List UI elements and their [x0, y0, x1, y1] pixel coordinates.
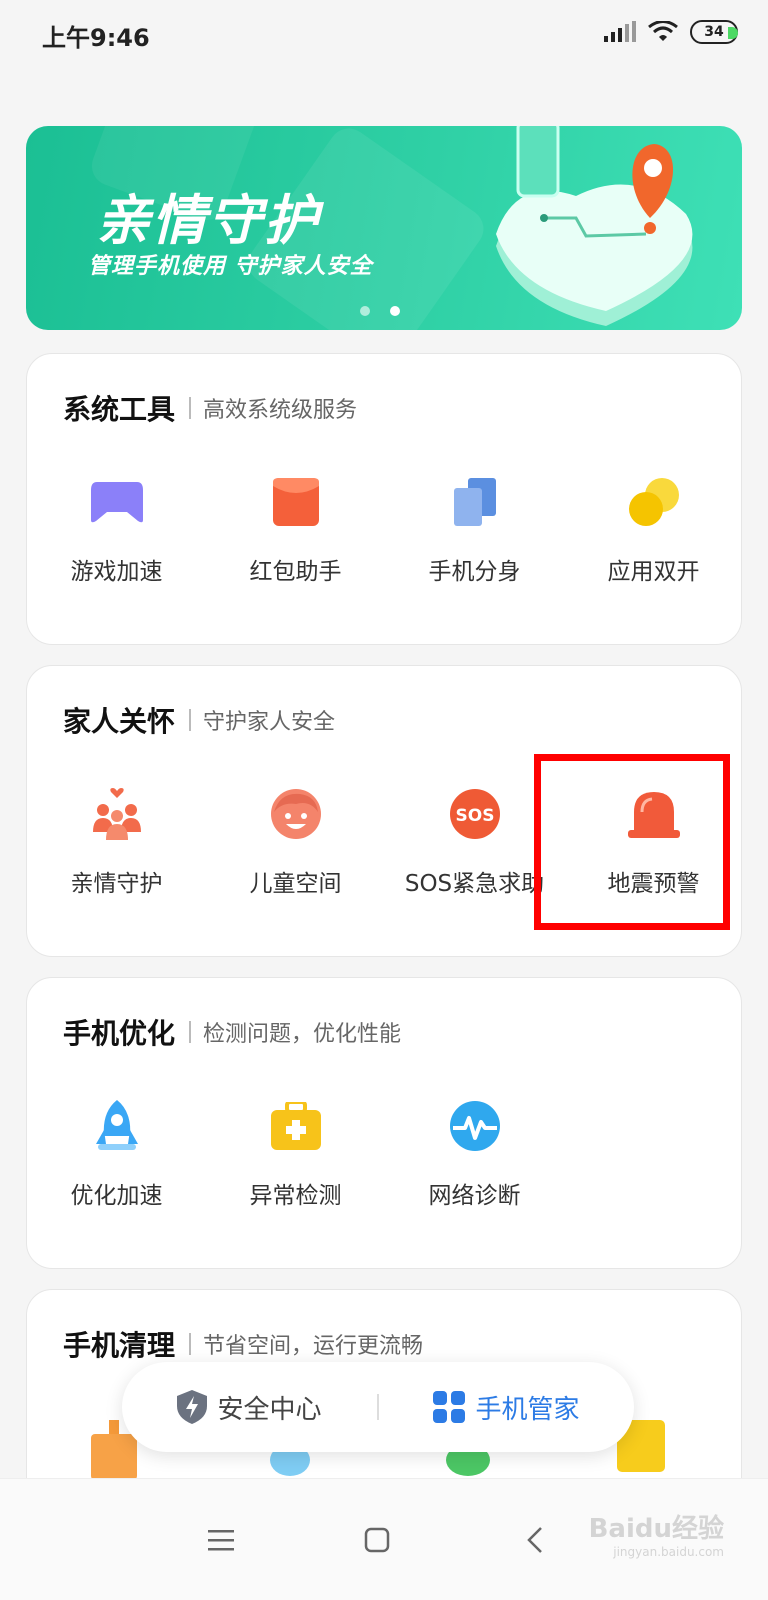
pagination-dot-active[interactable] — [390, 306, 400, 316]
watermark-brand: Baidu经验 — [588, 1514, 724, 1544]
tool-label: 游戏加速 — [70, 559, 163, 585]
section-header: 家人关怀 守护家人安全 — [63, 700, 335, 740]
banner-title: 亲情守护 — [96, 189, 320, 252]
tool-grid: 游戏加速 红包助手 手机分身 应用双开 — [27, 472, 743, 586]
tool-label: 手机分身 — [428, 559, 521, 585]
sos-icon: SOS — [445, 784, 505, 844]
tool-label: 异常检测 — [249, 1183, 342, 1209]
back-icon[interactable] — [512, 1517, 558, 1563]
section-header: 系统工具 高效系统级服务 — [63, 388, 357, 428]
section-desc: 高效系统级服务 — [203, 398, 358, 423]
tool-dual-apps[interactable]: 应用双开 — [564, 472, 743, 586]
tool-family-guard[interactable]: 亲情守护 — [27, 784, 206, 898]
tool-label: 网络诊断 — [428, 1183, 521, 1209]
child-face-icon — [266, 784, 326, 844]
tab-phone-manager[interactable]: 手机管家 — [379, 1389, 634, 1426]
tool-kids-space[interactable]: 儿童空间 — [206, 784, 385, 898]
section-title: 家人关怀 — [63, 705, 176, 738]
shield-bolt-icon — [177, 1390, 208, 1424]
section-title: 手机清理 — [63, 1329, 176, 1362]
section-system-tools: 系统工具 高效系统级服务 游戏加速 红包助手 手机分身 应用双开 — [26, 353, 742, 645]
section-desc: 节省空间，运行更流畅 — [203, 1334, 424, 1359]
grid-icon — [433, 1391, 466, 1423]
watermark: Baidu经验 jingyan.baidu.com — [589, 1508, 724, 1559]
menu-icon[interactable] — [198, 1517, 244, 1563]
tool-network-diagnosis[interactable]: 网络诊断 — [385, 1096, 564, 1210]
red-envelope-icon — [266, 472, 326, 532]
divider — [189, 1333, 192, 1355]
tab-label: 手机管家 — [475, 1394, 580, 1425]
battery-level: 34 — [704, 24, 724, 40]
tool-red-envelope[interactable]: 红包助手 — [206, 472, 385, 586]
tool-label: 优化加速 — [70, 1183, 163, 1209]
wifi-icon — [648, 21, 678, 41]
promo-banner[interactable]: 亲情守护 管理手机使用 守护家人安全 — [26, 126, 742, 330]
tool-grid: 优化加速 异常检测 网络诊断 — [27, 1096, 743, 1210]
divider — [189, 709, 192, 731]
tool-phone-clone[interactable]: 手机分身 — [385, 472, 564, 586]
section-desc: 检测问题，优化性能 — [203, 1022, 402, 1047]
section-header: 手机清理 节省空间，运行更流畅 — [63, 1324, 423, 1364]
section-desc: 守护家人安全 — [203, 710, 336, 735]
section-phone-optimize: 手机优化 检测问题，优化性能 优化加速 异常检测 网络诊断 — [26, 977, 742, 1269]
dual-phone-icon — [445, 472, 505, 532]
tool-anomaly-check[interactable]: 异常检测 — [206, 1096, 385, 1210]
tool-label: 亲情守护 — [70, 871, 163, 897]
status-icons: 34 — [604, 20, 738, 44]
divider — [189, 397, 192, 419]
signal-icon — [604, 21, 636, 42]
gamepad-icon — [87, 472, 147, 532]
status-time: 上午9:46 — [42, 24, 150, 52]
banner-pagination — [360, 306, 400, 316]
tab-label: 安全中心 — [217, 1394, 322, 1425]
rocket-icon — [87, 1096, 147, 1156]
status-bar: 上午9:46 34 — [0, 0, 768, 70]
section-header: 手机优化 检测问题，优化性能 — [63, 1012, 401, 1052]
family-icon — [87, 784, 147, 844]
home-icon[interactable] — [354, 1517, 400, 1563]
tool-label: 儿童空间 — [249, 871, 342, 897]
tab-security-center[interactable]: 安全中心 — [122, 1389, 377, 1426]
section-title: 手机优化 — [63, 1017, 176, 1050]
banner-subtitle: 管理手机使用 守护家人安全 — [88, 254, 373, 279]
tool-label: 红包助手 — [249, 559, 342, 585]
medical-kit-icon — [266, 1096, 326, 1156]
tool-game-boost[interactable]: 游戏加速 — [27, 472, 206, 586]
divider — [189, 1021, 192, 1043]
section-title: 系统工具 — [63, 393, 176, 426]
network-pulse-icon — [445, 1096, 505, 1156]
svg-text:SOS: SOS — [455, 806, 494, 826]
watermark-url: jingyan.baidu.com — [613, 1545, 724, 1559]
bottom-tab-switcher: 安全中心 手机管家 — [122, 1362, 634, 1452]
tool-optimize-boost[interactable]: 优化加速 — [27, 1096, 206, 1210]
tool-label: 应用双开 — [607, 559, 700, 585]
dual-app-icon — [624, 472, 684, 532]
battery-icon: 34 — [690, 20, 738, 44]
heart-map-illustration-icon — [496, 126, 693, 326]
tool-label: SOS紧急求助 — [404, 871, 545, 897]
highlight-box — [534, 754, 730, 930]
pagination-dot[interactable] — [360, 306, 370, 316]
